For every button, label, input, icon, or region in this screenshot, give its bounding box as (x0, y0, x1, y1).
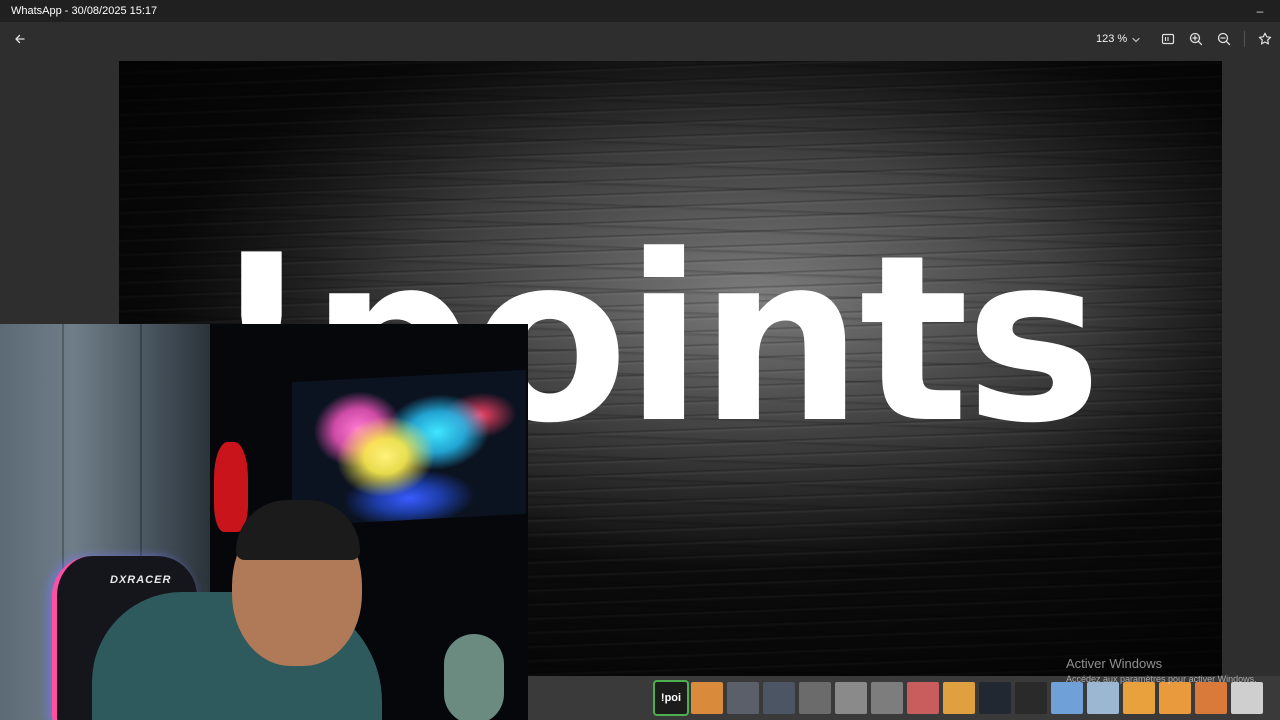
thumbnail[interactable] (1051, 682, 1083, 714)
zoom-dropdown-button[interactable] (1130, 33, 1142, 45)
watermark-title: Activer Windows (1066, 656, 1163, 671)
thumbnail[interactable] (979, 682, 1011, 714)
webcam-overlay: DXRACER (0, 324, 528, 720)
toolbar-divider (1244, 31, 1245, 47)
zoom-level[interactable]: 123 % (1096, 22, 1127, 56)
zoom-in-icon (1189, 32, 1203, 46)
title-bar: WhatsApp - 30/08/2025 15:17 – (0, 0, 1280, 22)
arrow-left-icon (15, 34, 25, 44)
thumbnail[interactable] (835, 682, 867, 714)
photo-viewer-window: WhatsApp - 30/08/2025 15:17 – 123 % !poi… (0, 0, 1280, 720)
thumbnail-selected[interactable]: !poi (653, 680, 689, 716)
thumbnail[interactable] (1159, 682, 1191, 714)
window-title: WhatsApp - 30/08/2025 15:17 (11, 5, 158, 17)
chair-logo: DXRACER (110, 574, 172, 586)
zoom-in-button[interactable] (1185, 28, 1207, 50)
thumbnail[interactable] (1195, 682, 1227, 714)
fit-to-window-button[interactable] (1157, 28, 1179, 50)
windows-activation-watermark: Activer Windows Accédez aux paramètres p… (1066, 656, 1257, 684)
chevron-down-icon (1132, 37, 1140, 43)
thumbnail[interactable] (799, 682, 831, 714)
thumbnail[interactable] (943, 682, 975, 714)
back-button[interactable] (9, 28, 31, 50)
viewer-toolbar: 123 % (0, 22, 1280, 56)
star-icon (1258, 32, 1272, 45)
thumbnail[interactable] (907, 682, 939, 714)
thumbnail[interactable] (1123, 682, 1155, 714)
watermark-subtitle: Accédez aux paramètres pour activer Wind… (1066, 674, 1257, 684)
thumbnail[interactable] (1087, 682, 1119, 714)
thumbnail[interactable] (727, 682, 759, 714)
webcam-plant (444, 634, 504, 720)
zoom-out-button[interactable] (1213, 28, 1235, 50)
minimize-button[interactable]: – (1252, 0, 1268, 22)
thumbnail[interactable] (1231, 682, 1263, 714)
webcam-flag (214, 442, 248, 532)
thumbnail[interactable] (763, 682, 795, 714)
thumbnail[interactable] (691, 682, 723, 714)
thumbnail[interactable] (871, 682, 903, 714)
favorite-button[interactable] (1254, 28, 1276, 50)
thumbnail[interactable] (1015, 682, 1047, 714)
zoom-out-icon (1217, 32, 1231, 46)
fit-to-window-icon (1161, 33, 1175, 45)
